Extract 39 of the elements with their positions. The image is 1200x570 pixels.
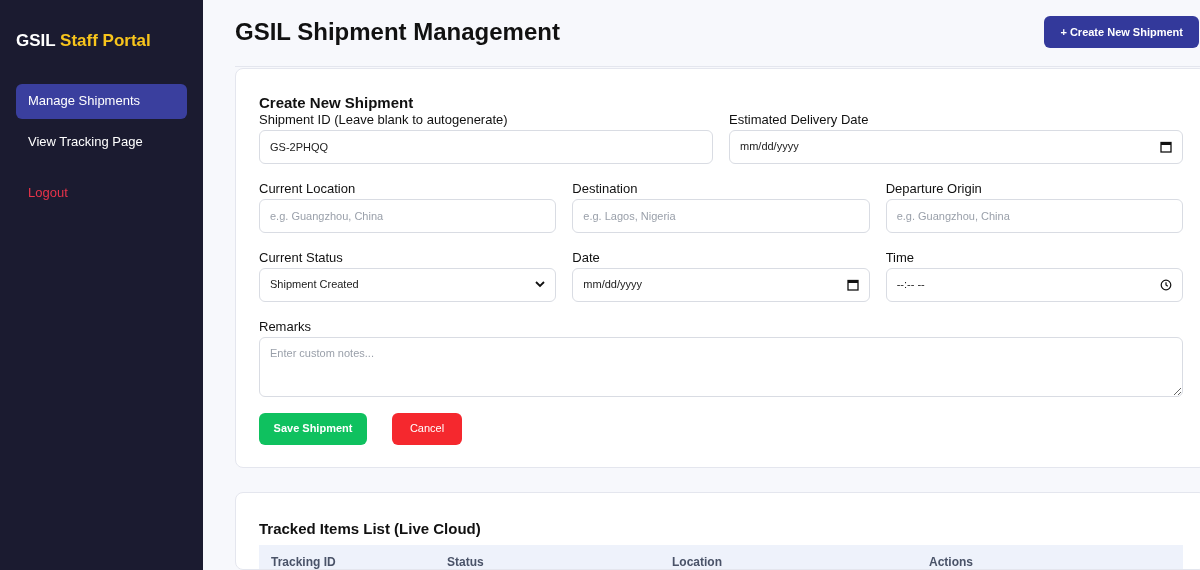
calendar-icon[interactable]: [1160, 140, 1172, 153]
field-label: Date: [572, 248, 601, 266]
create-shipment-button[interactable]: + Create New Shipment: [1044, 15, 1199, 48]
column-header: Location: [672, 555, 723, 569]
field-label: Departure Origin: [885, 179, 983, 197]
date-value: mm/dd/yyyy: [583, 277, 642, 293]
time-field[interactable]: --:-- --: [885, 267, 1183, 302]
field-label: Current Status: [259, 248, 344, 266]
field-label: Shipment ID (Leave blank to autogenerate): [259, 111, 509, 128]
column-header: Actions: [929, 555, 974, 569]
column-header: Status: [447, 555, 485, 569]
time-value: --:-- --: [896, 277, 925, 293]
nav-item[interactable]: Manage Shipments: [16, 83, 187, 119]
text-field[interactable]: e.g. Guangzhou, China: [259, 198, 557, 233]
field-label: Time: [885, 248, 916, 266]
status-select[interactable]: Shipment Created: [259, 267, 557, 302]
cancel-button[interactable]: Cancel: [392, 412, 462, 445]
table-title: Tracked Items List (Live Cloud): [259, 518, 482, 539]
page-title: GSIL Shipment Management: [235, 16, 560, 47]
select-value: Shipment Created: [270, 277, 359, 293]
logout-link[interactable]: Logout: [16, 175, 187, 211]
calendar-icon[interactable]: [846, 278, 859, 291]
clock-icon[interactable]: [1160, 278, 1172, 291]
field-label: Estimated Delivery Date: [729, 110, 870, 128]
text-field[interactable]: e.g. Lagos, Nigeria: [572, 198, 870, 233]
field-label: Current Location: [259, 179, 357, 197]
form-title: Create New Shipment: [259, 94, 415, 111]
chevron-down-icon: [535, 281, 546, 288]
column-header: Tracking ID: [271, 555, 337, 569]
field-label: Destination: [572, 179, 639, 197]
field-label: Remarks: [259, 317, 312, 335]
nav-item[interactable]: View Tracking Page: [16, 124, 187, 160]
brand-logo: GSIL Staff Portal: [16, 30, 152, 52]
text-field[interactable]: GS-2PHQQ: [259, 129, 713, 164]
remarks-field[interactable]: Enter custom notes...: [259, 336, 1183, 397]
date-field[interactable]: mm/dd/yyyy: [572, 267, 870, 302]
date-value: mm/dd/yyyy: [740, 139, 799, 155]
date-field[interactable]: mm/dd/yyyy: [729, 129, 1183, 164]
text-field[interactable]: e.g. Guangzhou, China: [885, 198, 1183, 233]
